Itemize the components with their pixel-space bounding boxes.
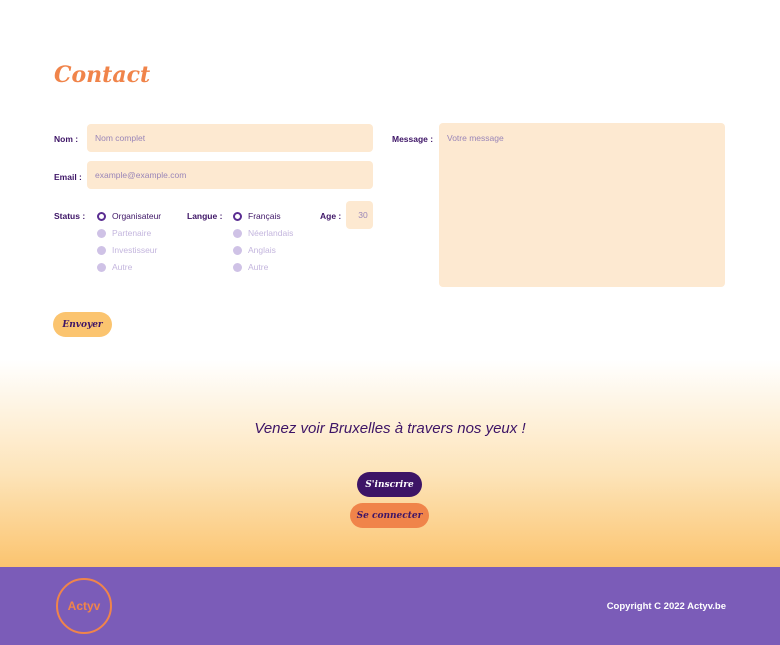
status-option-label: Autre bbox=[112, 262, 133, 272]
radio-unselected-icon bbox=[97, 245, 106, 255]
status-option-organisateur[interactable]: Organisateur bbox=[97, 211, 161, 221]
language-option-neerlandais[interactable]: Néerlandais bbox=[233, 228, 293, 238]
logo-text: Actyv bbox=[67, 599, 101, 613]
message-label: Message : bbox=[392, 134, 434, 144]
language-option-francais[interactable]: Français bbox=[233, 211, 281, 221]
register-button[interactable]: S'inscrire bbox=[357, 472, 422, 497]
radio-unselected-icon bbox=[233, 262, 242, 272]
status-label: Status : bbox=[54, 211, 86, 221]
send-button[interactable]: Envoyer bbox=[53, 312, 112, 337]
age-input[interactable] bbox=[346, 201, 373, 229]
cta-band bbox=[0, 360, 780, 567]
status-option-label: Partenaire bbox=[112, 228, 152, 238]
status-option-autre[interactable]: Autre bbox=[97, 262, 132, 272]
language-option-label: Autre bbox=[248, 262, 269, 272]
name-label: Nom : bbox=[54, 134, 79, 144]
status-option-label: Organisateur bbox=[112, 211, 162, 221]
radio-unselected-icon bbox=[233, 228, 242, 238]
language-option-label: Français bbox=[248, 211, 281, 221]
name-input[interactable] bbox=[87, 124, 373, 152]
email-input[interactable] bbox=[87, 161, 373, 189]
radio-unselected-icon bbox=[97, 228, 106, 238]
radio-selected-icon bbox=[97, 211, 106, 221]
language-option-autre[interactable]: Autre bbox=[233, 262, 268, 272]
language-option-anglais[interactable]: Anglais bbox=[233, 245, 276, 255]
status-option-label: Investisseur bbox=[112, 245, 158, 255]
tagline: Venez voir Bruxelles à travers nos yeux … bbox=[254, 420, 526, 437]
radio-unselected-icon bbox=[97, 262, 106, 272]
status-option-partenaire[interactable]: Partenaire bbox=[97, 228, 151, 238]
status-option-investisseur[interactable]: Investisseur bbox=[97, 245, 157, 255]
language-option-label: Néerlandais bbox=[248, 228, 294, 238]
language-option-label: Anglais bbox=[248, 245, 276, 255]
language-label: Langue : bbox=[187, 211, 223, 221]
message-textarea[interactable] bbox=[439, 123, 725, 287]
copyright-text: Copyright C 2022 Actyv.be bbox=[606, 601, 726, 612]
email-label: Email : bbox=[54, 172, 82, 182]
age-label: Age : bbox=[320, 211, 342, 221]
radio-selected-icon bbox=[233, 211, 242, 221]
actyv-logo[interactable]: Actyv bbox=[56, 578, 112, 634]
login-button[interactable]: Se connecter bbox=[350, 503, 429, 528]
radio-unselected-icon bbox=[233, 245, 242, 255]
page-title: Contact bbox=[54, 62, 151, 88]
